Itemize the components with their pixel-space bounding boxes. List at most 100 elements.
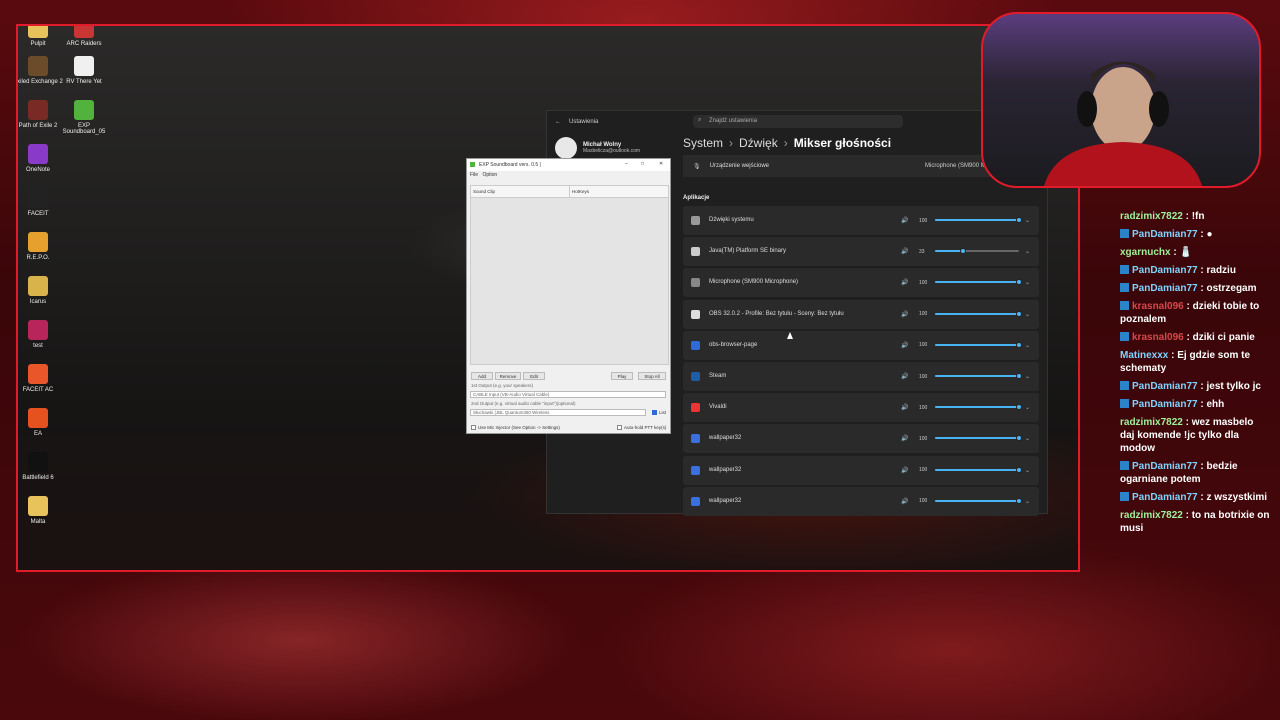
desktop-icon[interactable]: RV There Yet bbox=[59, 56, 109, 85]
chevron-down-icon[interactable]: ⌄ bbox=[1025, 373, 1030, 380]
output2-checkbox[interactable] bbox=[652, 410, 657, 415]
volume-slider[interactable] bbox=[935, 404, 1022, 411]
desktop-icon[interactable]: Battlefield 6 bbox=[18, 452, 63, 481]
chevron-down-icon[interactable]: ⌄ bbox=[1025, 435, 1030, 442]
menu-option[interactable]: Option bbox=[482, 172, 497, 178]
app-volume-row[interactable]: wallpaper32 🔊 100 ⌄ bbox=[683, 455, 1039, 485]
speaker-icon[interactable]: 🔊 bbox=[901, 467, 908, 474]
chevron-down-icon[interactable]: ⌄ bbox=[1025, 217, 1030, 224]
volume-slider-knob[interactable] bbox=[1016, 341, 1022, 348]
speaker-icon[interactable]: 🔊 bbox=[901, 498, 908, 505]
sound-clip-table[interactable]: Sound Clip HotKeys bbox=[470, 185, 669, 365]
chat-username[interactable]: radzimix7822 bbox=[1120, 417, 1183, 428]
desktop-icon[interactable]: Path of Exile 2 bbox=[18, 100, 63, 129]
play-button[interactable]: Play bbox=[611, 372, 633, 380]
volume-slider-knob[interactable] bbox=[1016, 279, 1022, 286]
desktop-icon[interactable]: FACEIT bbox=[18, 188, 63, 217]
chevron-down-icon[interactable]: ⌄ bbox=[1025, 279, 1030, 286]
chevron-down-icon[interactable]: ⌄ bbox=[1025, 248, 1030, 255]
volume-slider-knob[interactable] bbox=[1016, 435, 1022, 442]
volume-slider[interactable] bbox=[935, 373, 1022, 379]
chat-username[interactable]: radzimix7822 bbox=[1120, 510, 1183, 521]
chat-username[interactable]: PanDamian77 bbox=[1132, 461, 1198, 472]
volume-slider[interactable] bbox=[935, 497, 1022, 504]
profile[interactable]: Michał Wolny Masbelicza@outlook.com bbox=[555, 137, 640, 159]
app-volume-row[interactable]: Vivaldi 🔊 100 ⌄ bbox=[683, 393, 1039, 423]
chat-username[interactable]: PanDamian77 bbox=[1132, 283, 1198, 294]
stop-all-button[interactable]: Stop All bbox=[638, 372, 666, 380]
speaker-icon[interactable]: 🔊 bbox=[901, 435, 908, 442]
edit-button[interactable]: Edit bbox=[523, 372, 545, 380]
app-volume-row[interactable]: Microphone (SM900 Microphone) 🔊 100 ⌄ bbox=[683, 268, 1039, 298]
maximize-icon[interactable]: □ bbox=[641, 161, 644, 167]
desktop-icon[interactable]: Exiled Exchange 2 bbox=[18, 56, 63, 85]
chat-username[interactable]: PanDamian77 bbox=[1132, 492, 1198, 503]
volume-slider[interactable] bbox=[935, 435, 1022, 442]
volume-slider-knob[interactable] bbox=[1016, 217, 1022, 223]
menu-file[interactable]: File bbox=[470, 172, 478, 178]
volume-slider-knob[interactable] bbox=[1016, 466, 1022, 473]
desktop-icon[interactable]: ARC Raiders bbox=[59, 26, 109, 47]
volume-slider[interactable] bbox=[935, 341, 1022, 348]
speaker-icon[interactable]: 🔊 bbox=[901, 373, 908, 380]
volume-slider[interactable] bbox=[935, 217, 1022, 223]
mic-injector-checkbox[interactable] bbox=[471, 425, 476, 430]
chevron-down-icon[interactable]: ⌄ bbox=[1025, 311, 1030, 318]
desktop-icon[interactable]: Icarus bbox=[18, 276, 63, 305]
volume-slider[interactable] bbox=[935, 310, 1022, 317]
chat-username[interactable]: xgarnuchx bbox=[1120, 247, 1171, 258]
desktop-icon[interactable]: Malta bbox=[18, 496, 63, 525]
auto-hold-checkbox[interactable] bbox=[617, 425, 622, 430]
chat-username[interactable]: radzimix7822 bbox=[1120, 211, 1183, 222]
speaker-icon[interactable]: 🔊 bbox=[901, 404, 908, 411]
desktop-icon[interactable]: test bbox=[18, 320, 63, 349]
chat-username[interactable]: PanDamian77 bbox=[1132, 229, 1198, 240]
desktop-icon[interactable]: FACEIT AC bbox=[18, 364, 63, 393]
chat-username[interactable]: krasnal096 bbox=[1132, 332, 1184, 343]
chat-username[interactable]: Matinexxx bbox=[1120, 350, 1168, 361]
desktop-icon[interactable]: EXP Soundboard_05 bbox=[59, 100, 109, 135]
app-volume-row[interactable]: Steam 🔊 100 ⌄ bbox=[683, 362, 1039, 391]
column-sound-clip[interactable]: Sound Clip bbox=[471, 186, 570, 197]
breadcrumb-system[interactable]: System bbox=[683, 136, 723, 150]
settings-search-input[interactable]: Znajdź ustawienia bbox=[693, 115, 903, 128]
volume-slider[interactable] bbox=[935, 248, 1019, 255]
volume-slider[interactable] bbox=[935, 279, 1022, 286]
desktop-icon[interactable]: OneNote bbox=[18, 144, 63, 173]
volume-slider-knob[interactable] bbox=[1016, 373, 1022, 379]
desktop-icon[interactable]: EA bbox=[18, 408, 63, 437]
chat-username[interactable]: PanDamian77 bbox=[1132, 399, 1198, 410]
app-volume-row[interactable]: OBS 32.0.2 - Profile: Bez tytułu - Sceny… bbox=[683, 299, 1039, 329]
chat-username[interactable]: krasnal096 bbox=[1132, 301, 1184, 312]
column-hotkeys[interactable]: HotKeys bbox=[570, 186, 591, 197]
output2-select[interactable]: Słuchawki (JBL Quantum350 Wireless bbox=[470, 409, 646, 416]
volume-slider-knob[interactable] bbox=[1016, 404, 1022, 411]
add-button[interactable]: Add bbox=[471, 372, 493, 380]
volume-slider-knob[interactable] bbox=[1016, 310, 1022, 317]
speaker-icon[interactable]: 🔊 bbox=[901, 248, 908, 255]
desktop-icon[interactable]: R.E.P.O. bbox=[18, 232, 63, 261]
back-arrow-icon[interactable]: ← bbox=[555, 119, 561, 125]
chevron-down-icon[interactable]: ⌄ bbox=[1025, 467, 1030, 474]
app-volume-row[interactable]: wallpaper32 🔊 100 ⌄ bbox=[683, 424, 1039, 454]
speaker-icon[interactable]: 🔊 bbox=[901, 279, 908, 286]
volume-slider-knob[interactable] bbox=[959, 248, 966, 255]
output1-select[interactable]: CABLE Input (VB-Audio Virtual Cable) bbox=[470, 391, 666, 398]
breadcrumb-sound[interactable]: Dźwięk bbox=[739, 136, 778, 150]
remove-button[interactable]: Remove bbox=[495, 372, 521, 380]
minimize-icon[interactable]: – bbox=[625, 161, 628, 167]
app-volume-row[interactable]: wallpaper32 🔊 100 ⌄ bbox=[683, 486, 1039, 516]
app-volume-row[interactable]: Java(TM) Platform SE binary 🔊 33 ⌄ bbox=[683, 237, 1039, 267]
close-icon[interactable]: ✕ bbox=[659, 161, 663, 167]
volume-slider[interactable] bbox=[935, 466, 1022, 473]
chevron-down-icon[interactable]: ⌄ bbox=[1025, 404, 1030, 411]
speaker-icon[interactable]: 🔊 bbox=[901, 217, 908, 224]
chevron-down-icon[interactable]: ⌄ bbox=[1025, 498, 1030, 505]
chat-username[interactable]: PanDamian77 bbox=[1132, 381, 1198, 392]
speaker-icon[interactable]: 🔊 bbox=[901, 311, 908, 318]
app-volume-row[interactable]: obs-browser-page 🔊 100 ⌄ bbox=[683, 330, 1039, 360]
chevron-down-icon[interactable]: ⌄ bbox=[1025, 342, 1030, 349]
volume-slider-knob[interactable] bbox=[1016, 497, 1022, 504]
app-volume-row[interactable]: Dźwięki systemu 🔊 100 ⌄ bbox=[683, 206, 1039, 235]
speaker-icon[interactable]: 🔊 bbox=[901, 342, 908, 349]
